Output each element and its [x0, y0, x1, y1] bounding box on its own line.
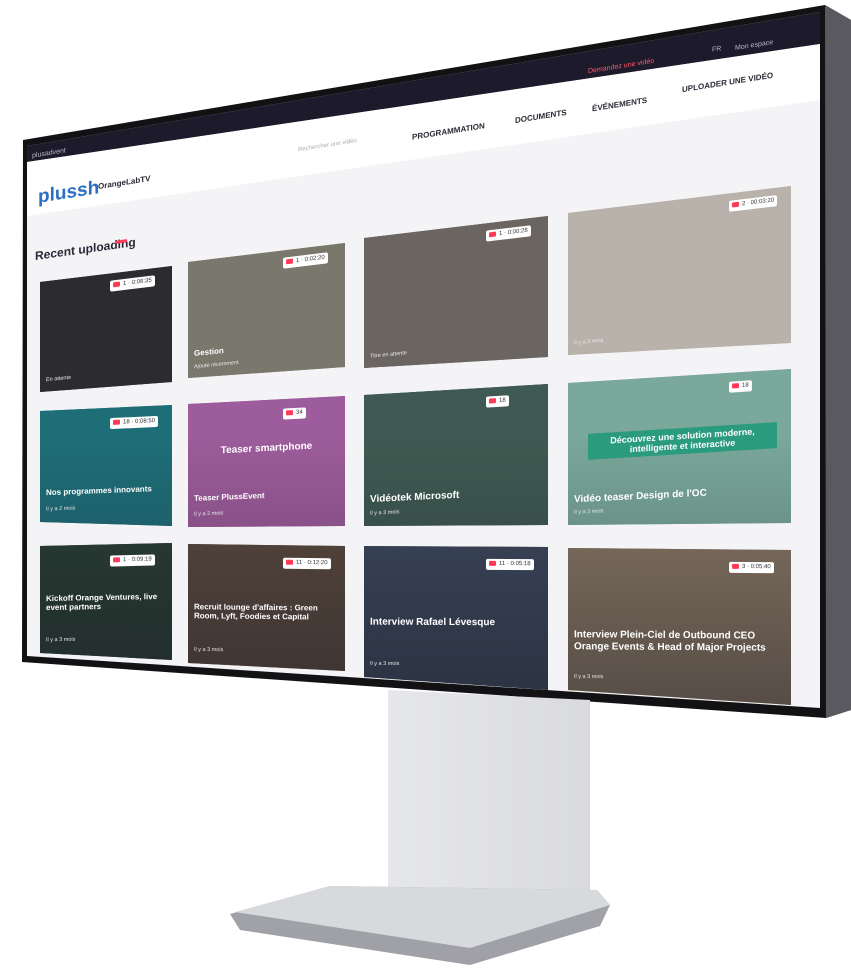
badge-label: 2 · 00:03:20 — [742, 197, 775, 208]
badge-label: 1 · 0:02:20 — [296, 254, 325, 265]
video-meta: Il y a 3 mois — [370, 509, 400, 517]
badge-label: 1 · 0:09:19 — [123, 556, 152, 564]
video-title[interactable]: Gestion — [194, 335, 337, 358]
language-switch[interactable]: FR — [712, 45, 721, 53]
badge-label: 11 · 0:12:20 — [296, 559, 328, 567]
badge-label: 11 · 0:05:18 — [499, 560, 531, 568]
duration-badge: 34 — [283, 407, 306, 420]
duration-badge: 1 · 0:08:35 — [110, 275, 155, 292]
duration-badge: 18 · 0:08:50 — [110, 415, 159, 430]
badge-label: 1 · 0:08:35 — [123, 277, 152, 288]
duration-badge: 1 · 0:02:20 — [283, 252, 328, 269]
camera-icon — [113, 419, 120, 425]
camera-icon — [113, 557, 120, 563]
duration-badge: 1 · 0:09:19 — [110, 554, 155, 567]
badge-label: 18 · 0:08:50 — [123, 418, 156, 426]
video-title[interactable]: Interview Rafael Lévesque — [370, 617, 540, 629]
video-meta: Il y a 3 mois — [574, 337, 604, 347]
video-title[interactable]: Vidéotek Microsoft — [370, 486, 540, 506]
badge-label: 18 — [742, 382, 749, 389]
camera-icon — [286, 409, 293, 416]
video-meta: En attente — [46, 374, 72, 384]
badge-label: 3 · 0:05:40 — [742, 563, 771, 571]
video-meta: Ajouté récemment — [194, 359, 239, 371]
video-meta: Titre en attente — [370, 350, 407, 360]
camera-icon — [732, 383, 739, 389]
video-meta: Il y a 3 mois — [574, 673, 604, 681]
video-meta: Il y a 2 mois — [46, 505, 76, 513]
video-title[interactable]: Interview Plein-Ciel de Outbound CEO Ora… — [574, 629, 783, 653]
monitor: plusadvent Demandez une vidéo FR Mon esp… — [0, 0, 851, 968]
thumbnail-overlay-text: Teaser smartphone — [220, 441, 313, 457]
video-title[interactable]: Recruit lounge d'affaires : Green Room, … — [194, 602, 337, 622]
video-meta: Il y a 3 mois — [46, 636, 76, 644]
badge-label: 34 — [296, 409, 303, 416]
duration-badge: 3 · 0:05:40 — [729, 561, 774, 574]
video-title[interactable]: Nos programmes innovants — [46, 484, 164, 497]
video-title[interactable] — [574, 309, 783, 329]
duration-badge: 11 · 0:05:18 — [486, 558, 534, 571]
camera-icon — [732, 563, 739, 569]
video-title[interactable] — [370, 324, 540, 340]
thumbnail-overlay-text: Découvrez une solution moderne, intellig… — [588, 422, 777, 461]
video-title[interactable] — [46, 350, 164, 361]
duration-badge: 11 · 0:12:20 — [283, 557, 331, 570]
camera-icon — [489, 398, 496, 404]
video-meta: Il y a 2 mois — [194, 510, 224, 518]
camera-icon — [113, 281, 120, 288]
camera-icon — [286, 258, 293, 265]
camera-icon — [489, 231, 496, 238]
duration-badge: 2 · 00:03:20 — [729, 195, 778, 212]
duration-badge: 18 — [729, 380, 752, 393]
camera-icon — [286, 559, 293, 565]
video-title[interactable]: Teaser PlussEvent — [194, 488, 337, 503]
badge-label: 18 — [499, 397, 506, 404]
camera-icon — [732, 201, 739, 208]
video-meta: Il y a 3 mois — [574, 508, 604, 516]
duration-badge: 1 · 0:00:28 — [486, 225, 531, 242]
camera-icon — [489, 560, 496, 566]
video-title[interactable]: Kickoff Orange Ventures, live event part… — [46, 592, 164, 613]
video-meta: Il y a 3 mois — [194, 646, 224, 654]
video-title[interactable]: Vidéo teaser Design de l'OC — [574, 484, 783, 506]
duration-badge: 18 — [486, 395, 509, 408]
video-meta: Il y a 3 mois — [370, 660, 400, 668]
badge-label: 1 · 0:00:28 — [499, 227, 528, 238]
